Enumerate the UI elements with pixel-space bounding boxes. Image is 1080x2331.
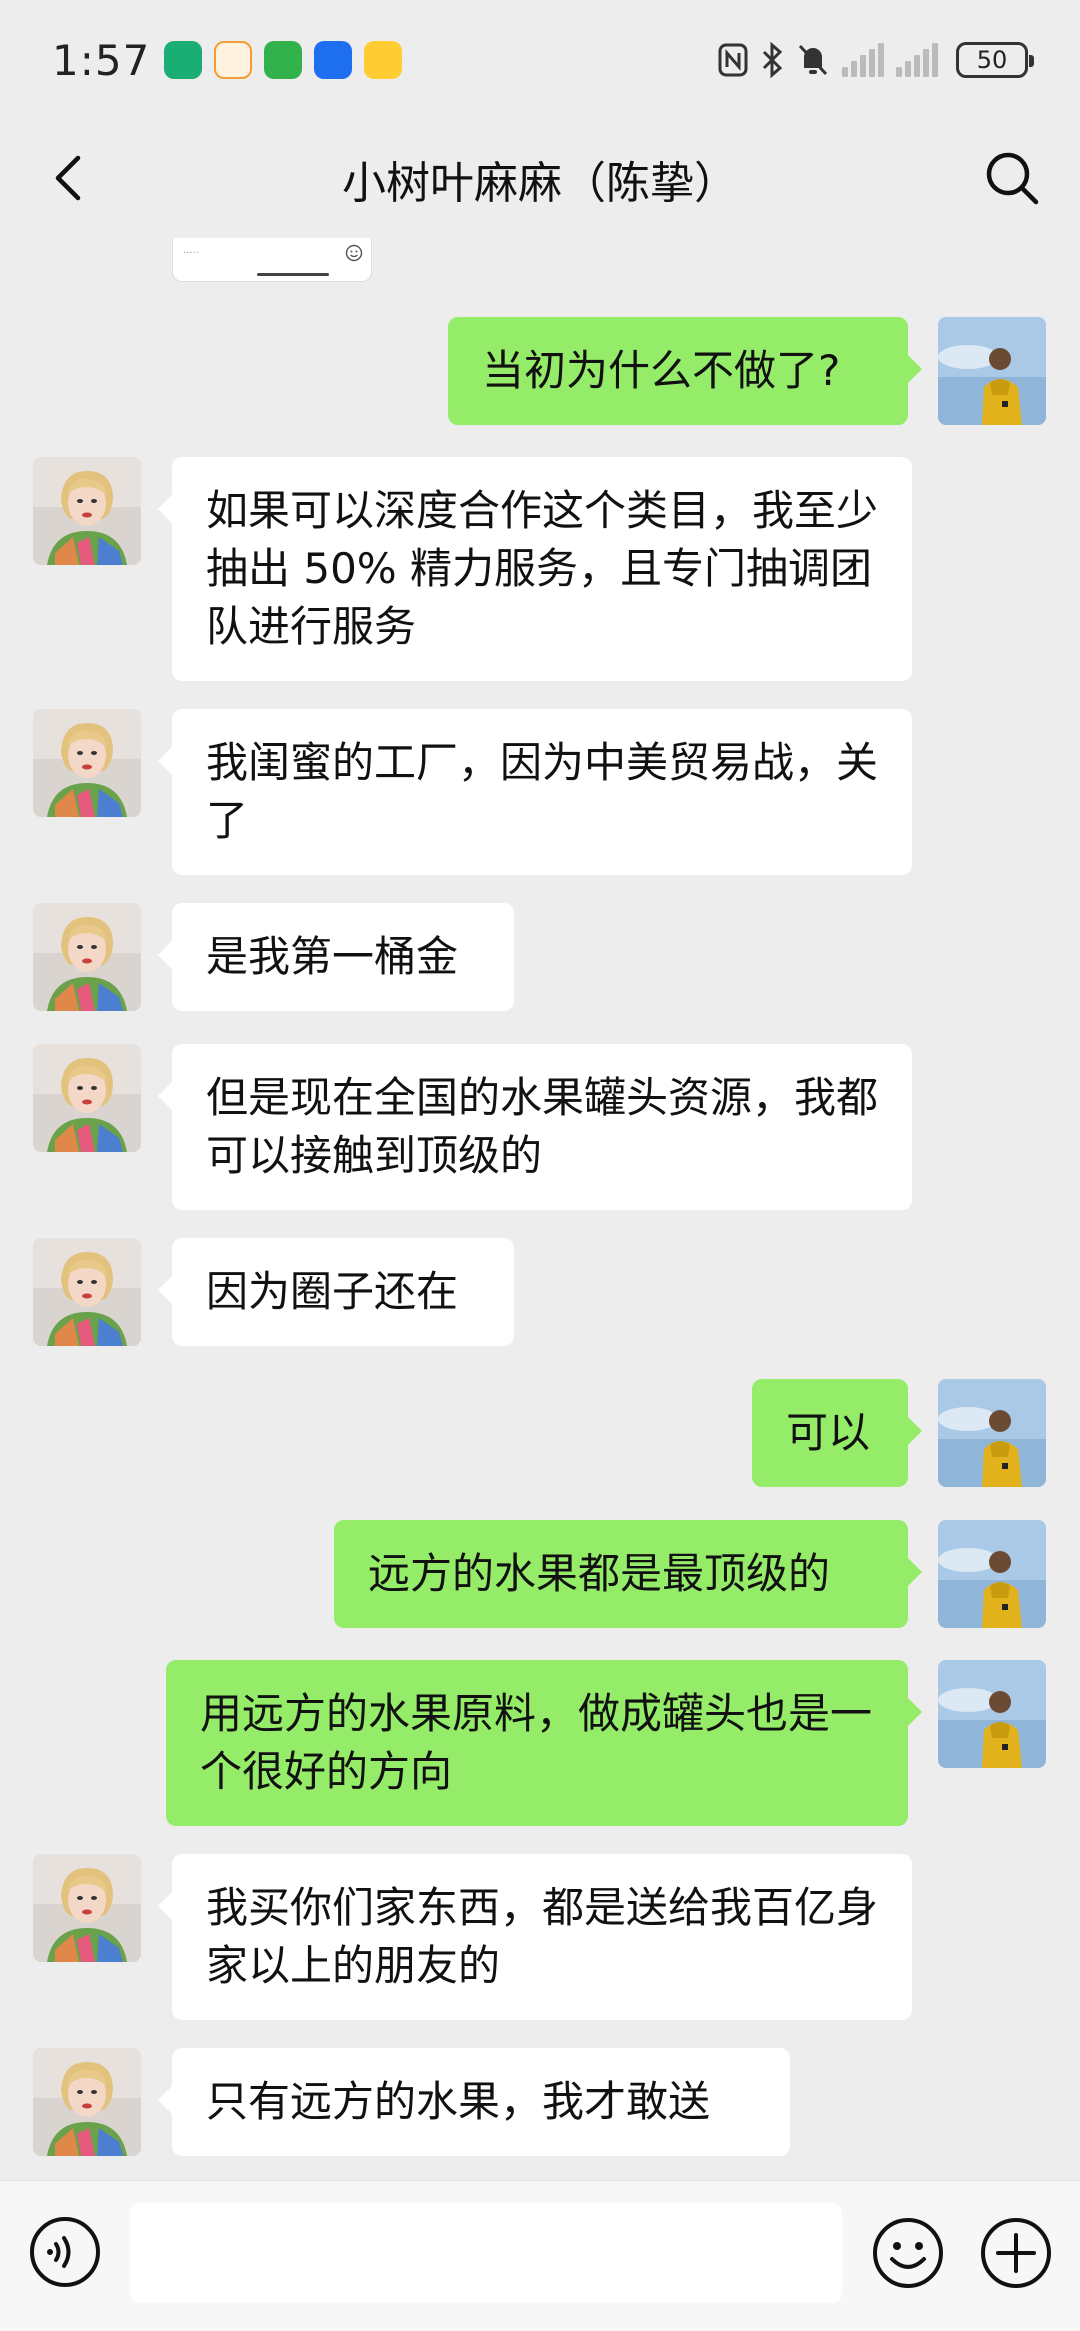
message-bubble-sent[interactable]: 可以: [752, 1379, 922, 1487]
avatar-self[interactable]: [938, 317, 1046, 425]
avatar-contact[interactable]: [33, 903, 141, 1011]
signal-1-icon: [842, 43, 884, 77]
message-input[interactable]: [130, 2203, 842, 2303]
voice-icon[interactable]: [28, 2215, 102, 2289]
message-bubble-received[interactable]: 只有远方的水果，我才敢送: [158, 2048, 790, 2156]
card-divider: [257, 273, 329, 276]
card-tiny-text: ·····: [183, 248, 199, 259]
avatar-self[interactable]: [938, 1520, 1046, 1628]
message-bubble-received[interactable]: 如果可以深度合作这个类目，我至少抽出 50% 精力服务，且专门抽调团队进行服务: [158, 457, 912, 681]
chat-input-bar: [0, 2180, 1080, 2331]
status-bar: 1:57 50: [0, 0, 1080, 120]
message-bubble-received[interactable]: 因为圈子还在: [158, 1238, 514, 1346]
battery-level: 50: [976, 46, 1008, 74]
status-indicators: 50: [718, 42, 1034, 78]
avatar-contact[interactable]: [33, 1854, 141, 1962]
app-green-square-icon: [264, 41, 303, 79]
battery-icon: 50: [956, 42, 1034, 78]
app-blue-plane-icon: [314, 41, 353, 79]
message-bubble-sent[interactable]: 远方的水果都是最顶级的: [334, 1520, 922, 1628]
message-bubble-received[interactable]: 我买你们家东西，都是送给我百亿身家以上的朋友的: [158, 1854, 912, 2020]
mute-icon: [798, 44, 828, 76]
chat-header: 小树叶麻麻（陈挚）: [0, 120, 1080, 238]
plus-icon[interactable]: [978, 2215, 1054, 2291]
emoji-icon[interactable]: [870, 2215, 946, 2291]
avatar-self[interactable]: [938, 1660, 1046, 1768]
smiley-icon: [345, 244, 363, 262]
bluetooth-icon: [762, 42, 783, 78]
app-green-icon: [164, 41, 203, 79]
avatar-self[interactable]: [938, 1379, 1046, 1487]
message-list[interactable]: ····· 当初为什么不做了? 如果可以深度合作这个类目，我至少抽出 50% 精…: [0, 238, 1080, 2180]
avatar-contact[interactable]: [33, 1044, 141, 1152]
message-bubble-received[interactable]: 我闺蜜的工厂，因为中美贸易战，关了: [158, 709, 912, 875]
message-bubble-sent[interactable]: 当初为什么不做了?: [448, 317, 922, 425]
app-yellow-duck-icon: [364, 41, 403, 79]
avatar-contact[interactable]: [33, 2048, 141, 2156]
message-bubble-sent[interactable]: 用远方的水果原料，做成罐头也是一个很好的方向: [166, 1660, 922, 1826]
nfc-icon: [718, 43, 748, 77]
notification-icons: [164, 41, 403, 79]
previous-message-card[interactable]: ·····: [172, 238, 372, 282]
app-orange-icon: [214, 41, 253, 79]
avatar-contact[interactable]: [33, 1238, 141, 1346]
avatar-contact[interactable]: [33, 457, 141, 565]
search-icon[interactable]: [980, 146, 1044, 210]
chevron-left-icon[interactable]: [40, 148, 100, 208]
status-time: 1:57: [52, 35, 151, 85]
message-bubble-received[interactable]: 是我第一桶金: [158, 903, 514, 1011]
signal-2-icon: [896, 43, 938, 77]
chat-title: 小树叶麻麻（陈挚）: [342, 158, 738, 209]
avatar-contact[interactable]: [33, 709, 141, 817]
message-bubble-received[interactable]: 但是现在全国的水果罐头资源，我都可以接触到顶级的: [158, 1044, 912, 1210]
